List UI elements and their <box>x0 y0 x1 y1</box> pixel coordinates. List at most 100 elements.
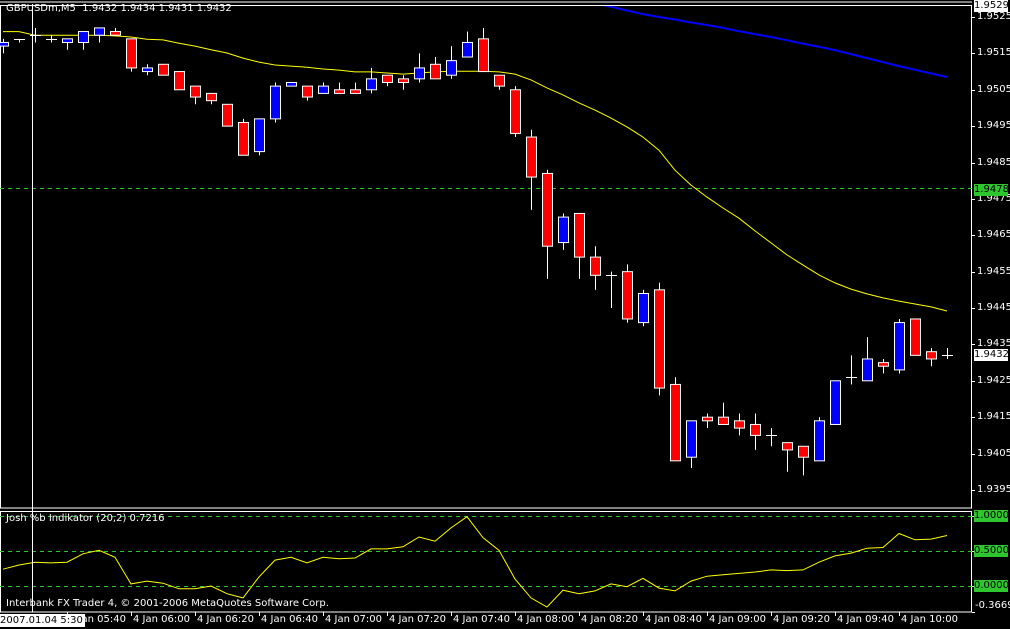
candle-bear-body <box>574 212 585 258</box>
candle-bear-body <box>174 71 185 91</box>
candle <box>830 380 841 425</box>
time-label: 4 Jan 07:00 <box>325 614 382 625</box>
candle-bull-body <box>78 31 89 43</box>
candle <box>30 27 41 43</box>
candle <box>286 81 297 87</box>
candle-bull-body <box>414 67 425 80</box>
candle <box>14 38 25 43</box>
candle <box>190 85 201 105</box>
candle <box>878 358 889 374</box>
candle <box>734 413 745 436</box>
candle <box>206 92 217 105</box>
candle-bear-body <box>494 74 505 87</box>
candle-bear-body <box>542 172 553 247</box>
candle <box>318 82 329 94</box>
candle-bear-body <box>702 416 713 422</box>
candle <box>158 63 169 76</box>
candle-bull-body <box>686 420 697 458</box>
candle <box>590 246 601 290</box>
candle-bull-body <box>366 78 377 91</box>
candle <box>686 420 697 469</box>
candle-bear-body <box>110 31 121 36</box>
candle-bull-body <box>318 85 329 94</box>
price-label: 1.9525 <box>977 11 1010 22</box>
level-label-0: 0.0000 <box>974 580 1009 592</box>
cursor-date-label: 2007.01.04 5:30 <box>0 614 85 627</box>
price-label: 1.9425 <box>977 374 1010 386</box>
candle <box>862 337 873 382</box>
candle <box>94 27 105 43</box>
candle-bull-body <box>830 380 841 425</box>
indicator-title: Josh %b Indikator (20,2) 0.7216 <box>6 513 165 524</box>
time-label: 4 Jan 09:00 <box>709 614 766 625</box>
candle <box>142 64 153 76</box>
candle <box>446 46 457 79</box>
candle <box>926 348 937 367</box>
time-label: 4 Jan 08:40 <box>645 614 702 625</box>
candle-bear-body <box>526 136 537 178</box>
candle-bull-body <box>0 41 9 47</box>
price-box-top: 1.9529 <box>974 0 1009 12</box>
time-label: 4 Jan 08:00 <box>517 614 574 625</box>
candle-bull-body <box>446 60 457 76</box>
candle-bear-body <box>750 423 761 436</box>
candle-bear-body <box>158 63 169 76</box>
ma-fast-line <box>3 31 948 312</box>
candle-bull-body <box>286 81 297 87</box>
candle-bear-body <box>926 351 937 360</box>
price-label: 1.9445 <box>977 302 1010 314</box>
candle <box>334 82 345 94</box>
candle <box>702 413 713 429</box>
candle <box>750 413 761 450</box>
ohlc-readout: 1.9432 1.9434 1.9431 1.9432 <box>82 3 232 14</box>
candle-bear-body <box>478 38 489 73</box>
price-label: 1.9455 <box>977 265 1010 277</box>
candle-bear-body <box>718 416 729 425</box>
candle <box>62 38 73 50</box>
candle-bull-body <box>862 358 873 382</box>
candle <box>382 74 393 87</box>
candle <box>78 31 89 50</box>
candle-bull-body <box>94 27 105 36</box>
candle <box>814 417 825 462</box>
candle <box>174 71 185 91</box>
current-price-box: 1.9432 <box>974 349 1009 361</box>
main-panel[interactable] <box>0 3 972 476</box>
candle-bear-body <box>782 442 793 451</box>
ma-slow-line <box>602 6 948 78</box>
candle-bear-body <box>430 63 441 80</box>
candle <box>110 27 121 36</box>
candle-bear-body <box>190 85 201 98</box>
candle <box>478 27 489 73</box>
candle <box>414 53 425 83</box>
candle-bear-body <box>590 256 601 276</box>
candle-bear-body <box>910 318 921 356</box>
candle <box>718 402 729 425</box>
candle <box>302 85 313 101</box>
candle <box>350 82 361 94</box>
candle <box>894 318 905 374</box>
price-label: 1.9515 <box>977 47 1010 59</box>
candle-bull-body <box>254 118 265 153</box>
hline-price-box: 1.9478 <box>974 184 1009 196</box>
symbol-timeframe: GBPUSDm,M5 <box>6 3 76 14</box>
time-label: 4 Jan 06:00 <box>133 614 190 625</box>
candle <box>222 103 233 127</box>
indicator-min-label: -0.3669 <box>975 600 1010 611</box>
copyright-text: Interbank FX Trader 4, © 2001-2006 MetaQ… <box>6 598 329 609</box>
candle <box>910 318 921 356</box>
indicator-panel[interactable] <box>0 516 972 608</box>
candle <box>638 289 649 327</box>
price-label: 1.9485 <box>977 156 1010 168</box>
candle <box>254 118 265 156</box>
price-chart[interactable] <box>0 0 1010 629</box>
candle <box>766 428 777 447</box>
level-label-05: 0.5000 <box>974 545 1009 557</box>
percent-b-line <box>2 516 948 608</box>
time-label: 4 Jan 09:40 <box>837 614 894 625</box>
candle <box>46 35 57 43</box>
candle-bull-body <box>814 420 825 462</box>
time-label: 4 Jan 10:00 <box>901 614 958 625</box>
candle-bull-body <box>558 216 569 244</box>
candle <box>270 82 281 123</box>
